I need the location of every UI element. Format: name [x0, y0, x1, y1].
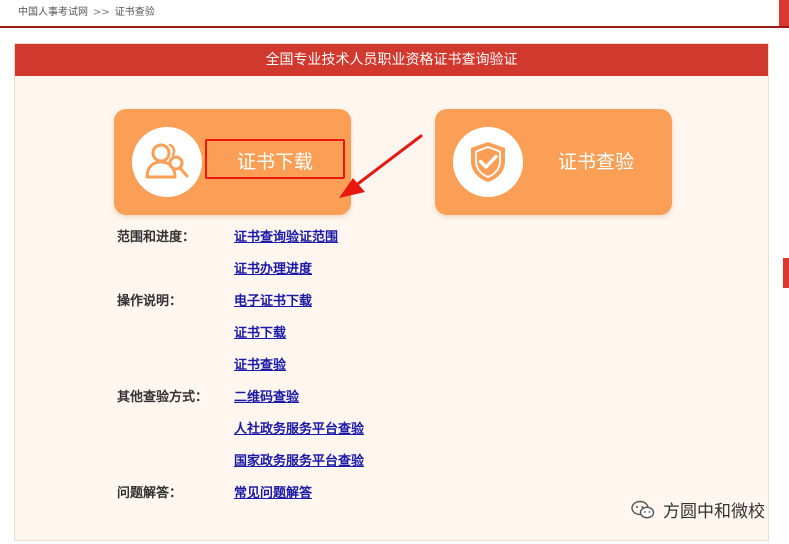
watermark: 方圆中和微校	[631, 497, 765, 522]
watermark-text: 方圆中和微校	[663, 502, 765, 522]
cert-verify-button[interactable]: 证书查验	[435, 109, 672, 215]
section-label: 其他查验方式：	[117, 390, 209, 405]
scope-link[interactable]: 证书查询验证范围	[234, 226, 338, 245]
e-cert-download-link[interactable]: 电子证书下载	[234, 290, 312, 309]
cert-download-link[interactable]: 证书下载	[234, 322, 286, 341]
breadcrumb-current: 证书查验	[114, 7, 155, 18]
panel-title: 全国专业技术人员职业资格证书查询验证	[15, 44, 768, 76]
cert-verify-link[interactable]: 证书查验	[234, 354, 286, 373]
progress-link[interactable]: 证书办理进度	[234, 258, 312, 277]
breadcrumb: 中国人事考试网 >> 证书查验	[18, 3, 155, 18]
user-search-icon	[132, 127, 202, 197]
pointer-arrow-icon	[339, 134, 423, 198]
wechat-icon	[631, 500, 655, 518]
side-tab[interactable]	[779, 0, 789, 26]
breadcrumb-home-link[interactable]: 中国人事考试网	[18, 7, 88, 18]
cert-query-panel: 全国专业技术人员职业资格证书查询验证 证书下载 证书查验 范围和进度： 证书查询…	[14, 43, 769, 541]
section-label: 操作说明：	[117, 294, 183, 309]
hrss-platform-verify-link[interactable]: 人社政务服务平台查验	[234, 418, 364, 437]
national-platform-verify-link[interactable]: 国家政务服务平台查验	[234, 450, 364, 469]
qrcode-verify-link[interactable]: 二维码查验	[234, 386, 299, 405]
section-label: 范围和进度：	[117, 230, 196, 245]
faq-link[interactable]: 常见问题解答	[234, 482, 312, 501]
top-bar: 中国人事考试网 >> 证书查验	[0, 0, 789, 28]
section-label: 问题解答：	[117, 486, 183, 501]
shield-check-icon	[453, 127, 523, 197]
cert-verify-label: 证书查验	[557, 151, 634, 173]
highlight-box	[205, 139, 345, 179]
side-tab[interactable]	[783, 258, 789, 288]
breadcrumb-separator: >>	[93, 7, 110, 18]
